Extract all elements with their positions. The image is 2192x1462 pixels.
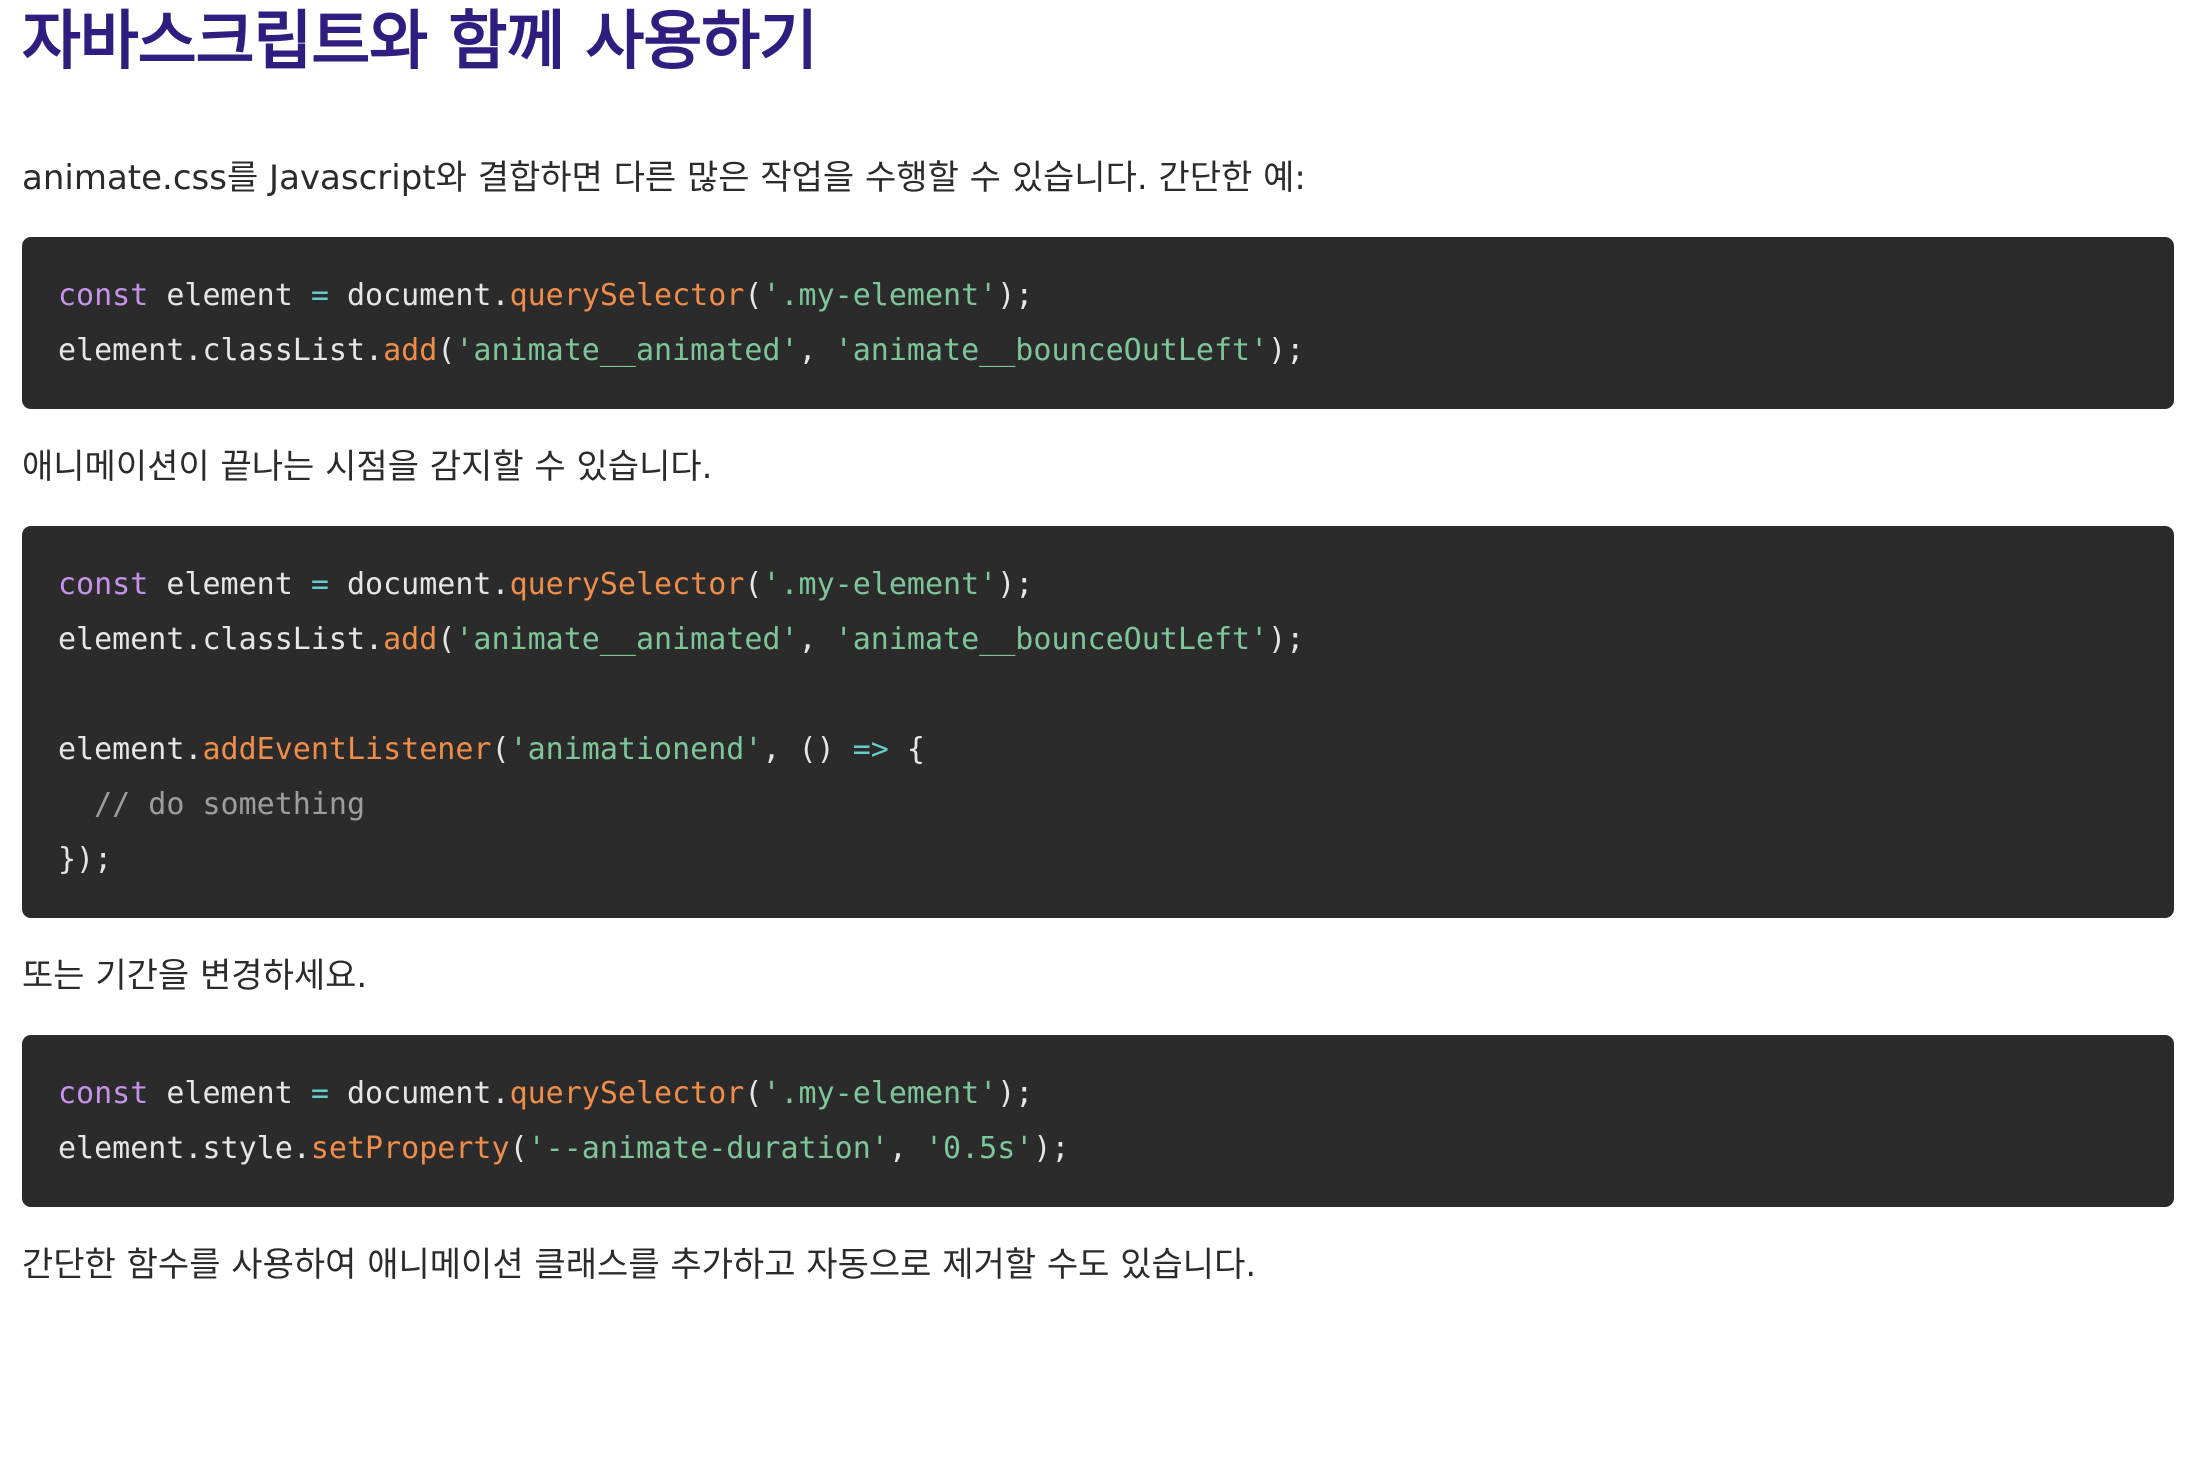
code-line: const element = document.querySelector('… [58, 557, 2138, 612]
code-text: ); [997, 1076, 1034, 1111]
code-text: element.style. [58, 1131, 311, 1166]
code-text: ); [1033, 1131, 1070, 1166]
code-text: { [888, 732, 925, 767]
code-text: element.classList. [58, 333, 384, 368]
code-function: querySelector [509, 1076, 745, 1111]
code-block-duration: const element = document.querySelector('… [22, 1035, 2174, 1207]
code-text: element. [58, 732, 203, 767]
code-text: element.classList. [58, 622, 384, 657]
code-text: ( [437, 333, 456, 368]
code-keyword: const [58, 1076, 149, 1111]
code-string: '.my-element' [762, 1076, 998, 1111]
code-text: document. [328, 567, 510, 602]
code-string: 'animate__bounceOutLeft' [834, 333, 1269, 368]
code-text: , [798, 333, 835, 368]
code-keyword: const [58, 567, 149, 602]
code-text: ( [437, 622, 456, 657]
code-text: ); [1268, 333, 1305, 368]
code-text: ); [1268, 622, 1305, 657]
code-line: const element = document.querySelector('… [58, 1066, 2138, 1121]
code-function: add [383, 333, 438, 368]
code-function: querySelector [509, 567, 745, 602]
code-text: ( [509, 1131, 528, 1166]
code-operator: => [852, 732, 889, 767]
code-string: '.my-element' [762, 278, 998, 313]
code-text: ); [997, 278, 1034, 313]
code-text: element [148, 567, 311, 602]
code-line: }); [58, 832, 2138, 887]
code-string: '--animate-duration' [527, 1131, 889, 1166]
document-page: 자바스크립트와 함께 사용하기 animate.css를 Javascript와… [22, 0, 2174, 1287]
code-text: ( [744, 278, 763, 313]
code-text: element [148, 278, 311, 313]
code-line: element.classList.add('animate__animated… [58, 612, 2138, 667]
code-keyword: const [58, 278, 149, 313]
code-line: element.classList.add('animate__animated… [58, 323, 2138, 378]
detect-end-paragraph: 애니메이션이 끝나는 시점을 감지할 수 있습니다. [22, 447, 713, 487]
helper-function-paragraph: 간단한 함수를 사용하여 애니메이션 클래스를 추가하고 자동으로 제거할 수도… [22, 1245, 1257, 1285]
code-block-basic: const element = document.querySelector('… [22, 237, 2174, 409]
intro-paragraph: animate.css를 Javascript와 결합하면 다른 많은 작업을 … [22, 158, 1306, 198]
code-text: , [888, 1131, 925, 1166]
code-operator: = [310, 1076, 329, 1111]
code-text: ( [491, 732, 510, 767]
page-title: 자바스크립트와 함께 사용하기 [22, 5, 818, 79]
code-string: '.my-element' [762, 567, 998, 602]
code-text: ); [997, 567, 1034, 602]
code-string: '0.5s' [924, 1131, 1034, 1166]
code-text: ( [744, 1076, 763, 1111]
code-operator: = [310, 567, 329, 602]
code-comment: // do something [58, 787, 366, 822]
code-line: element.style.setProperty('--animate-dur… [58, 1121, 2138, 1176]
code-block-animationend: const element = document.querySelector('… [22, 526, 2174, 918]
code-string: 'animationend' [509, 732, 763, 767]
code-line: const element = document.querySelector('… [58, 268, 2138, 323]
code-function: querySelector [509, 278, 745, 313]
code-text: element [148, 1076, 311, 1111]
code-function: add [383, 622, 438, 657]
code-text: }); [58, 842, 113, 877]
code-string: 'animate__animated' [455, 333, 799, 368]
code-text: document. [328, 1076, 510, 1111]
code-function: setProperty [310, 1131, 510, 1166]
code-function: addEventListener [202, 732, 492, 767]
change-duration-paragraph: 또는 기간을 변경하세요. [22, 956, 368, 996]
code-text: document. [328, 278, 510, 313]
code-text: , () [762, 732, 853, 767]
code-operator: = [310, 278, 329, 313]
code-text: ( [744, 567, 763, 602]
code-text: , [798, 622, 835, 657]
code-string: 'animate__animated' [455, 622, 799, 657]
code-line: // do something [58, 777, 2138, 832]
code-line: element.addEventListener('animationend',… [58, 722, 2138, 777]
code-string: 'animate__bounceOutLeft' [834, 622, 1269, 657]
